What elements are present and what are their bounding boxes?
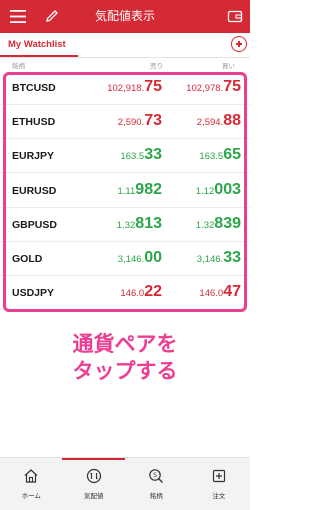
sell-price-pips: 982 — [135, 180, 162, 198]
symbol-label: ETHUSD — [12, 116, 56, 129]
nav-label-home: ホーム — [21, 492, 41, 500]
nav-label-quotes: 気配値 — [84, 492, 104, 500]
buy-price-pips: 003 — [214, 180, 241, 198]
buy-price-pips: 75 — [223, 78, 241, 95]
sell-price[interactable]: 2,590. 73 — [118, 112, 162, 130]
buy-price-pips: 839 — [214, 214, 241, 232]
symbol-label: EURUSD — [12, 184, 57, 197]
sell-price-main: 102,918. — [107, 83, 145, 94]
buy-price-main: 1.12 — [195, 185, 215, 197]
nav-label-order: 注文 — [212, 492, 226, 500]
quote-row-usdjpy[interactable]: USDJPY 146.0 22 146.0 47 — [0, 277, 250, 311]
quote-row-btcusd[interactable]: BTCUSD 102,918. 75 102,978. 75 — [0, 72, 250, 105]
sell-price-main: 3,146. — [117, 254, 145, 265]
column-header-sell: 売り — [150, 62, 163, 70]
sell-price-main: 146.0 — [120, 288, 145, 300]
nav-label-symbols: 銘柄 — [149, 492, 163, 500]
home-icon — [24, 469, 38, 483]
buy-price-main: 163.5 — [199, 151, 224, 163]
sell-price-pips: 813 — [135, 214, 162, 232]
tab-my-watchlist[interactable]: My Watchlist — [8, 39, 66, 50]
symbol-label: GBPUSD — [12, 218, 57, 231]
nav-item-symbols[interactable]: S 銘柄 — [125, 458, 188, 510]
quotes-icon — [86, 468, 101, 484]
nav-item-quotes[interactable]: 気配値 — [63, 458, 126, 510]
sell-price-main: 1.11 — [117, 185, 136, 197]
search-symbol-icon: S — [149, 469, 163, 483]
sell-price[interactable]: 1.11 982 — [118, 181, 163, 199]
sell-price[interactable]: 102,918. 75 — [107, 78, 162, 96]
buy-price-main: 2,594. — [196, 117, 224, 129]
sell-price[interactable]: 163.5 33 — [120, 146, 162, 164]
nav-item-home[interactable]: ホーム — [0, 458, 63, 510]
sell-price-main: 2,590. — [117, 117, 145, 129]
sell-price-pips: 33 — [144, 146, 162, 164]
buy-price-main: 146.0 — [199, 288, 224, 300]
column-header-buy: 買い — [222, 62, 235, 70]
sell-price-pips: 75 — [144, 78, 162, 95]
buy-price-pips: 65 — [223, 146, 241, 164]
buy-price-main: 1.32 — [195, 219, 215, 231]
buy-price[interactable]: 1.32 839 — [196, 215, 241, 233]
wallet-icon[interactable] — [227, 9, 243, 24]
buy-price[interactable]: 163.5 65 — [199, 146, 241, 164]
sell-price[interactable]: 146.0 22 — [120, 283, 162, 301]
watchlist-tabs: My Watchlist — [0, 33, 250, 58]
svg-text:S: S — [153, 472, 157, 479]
quote-row-gbpusd[interactable]: GBPUSD 1.32 813 1.32 839 — [0, 209, 250, 242]
buy-price[interactable]: 146.0 47 — [199, 283, 241, 301]
add-watchlist-button[interactable] — [231, 36, 247, 52]
sell-price[interactable]: 1.32 813 — [117, 215, 162, 233]
sell-price[interactable]: 3,146. 00 — [118, 249, 162, 267]
sell-price-pips: 22 — [144, 283, 162, 301]
quote-row-eurjpy[interactable]: EURJPY 163.5 33 163.5 65 — [0, 140, 250, 174]
bottom-navigation: ホーム 気配値 S 銘柄 注文 — [0, 457, 250, 510]
page-title: 気配値表示 — [94, 9, 155, 23]
quote-row-eurusd[interactable]: EURUSD 1.11 982 1.12 003 — [0, 175, 250, 208]
annotation-line-1: 通貨ペアを — [72, 332, 178, 356]
annotation-line-2: タップする — [72, 359, 178, 383]
app-header: 気配値表示 — [0, 0, 250, 33]
buy-price[interactable]: 3,146. 33 — [197, 249, 241, 267]
buy-price[interactable]: 102,978. 75 — [186, 78, 241, 96]
buy-price-main: 102,978. — [186, 83, 224, 94]
nav-item-order[interactable]: 注文 — [188, 458, 251, 510]
buy-price-pips: 47 — [223, 283, 241, 301]
buy-price-pips: 33 — [223, 249, 241, 266]
symbol-label: GOLD — [12, 253, 43, 265]
sell-price-main: 163.5 — [120, 151, 145, 163]
sell-price-pips: 00 — [144, 249, 162, 266]
sell-price-main: 1.32 — [116, 219, 136, 231]
tab-divider — [0, 57, 250, 58]
symbol-label: USDJPY — [12, 287, 55, 300]
quote-row-ethusd[interactable]: ETHUSD 2,590. 73 2,594. 88 — [0, 106, 250, 140]
buy-price[interactable]: 1.12 003 — [196, 181, 241, 199]
buy-price[interactable]: 2,594. 88 — [197, 112, 241, 130]
order-icon — [212, 469, 225, 483]
quote-row-gold[interactable]: GOLD 3,146. 00 3,146. 33 — [0, 243, 250, 276]
buy-price-main: 3,146. — [196, 254, 224, 265]
symbol-label: EURJPY — [12, 150, 55, 163]
sell-price-pips: 73 — [144, 112, 162, 130]
column-header-symbol: 銘柄 — [12, 62, 25, 70]
symbol-label: BTCUSD — [12, 82, 56, 94]
buy-price-pips: 88 — [223, 112, 241, 130]
